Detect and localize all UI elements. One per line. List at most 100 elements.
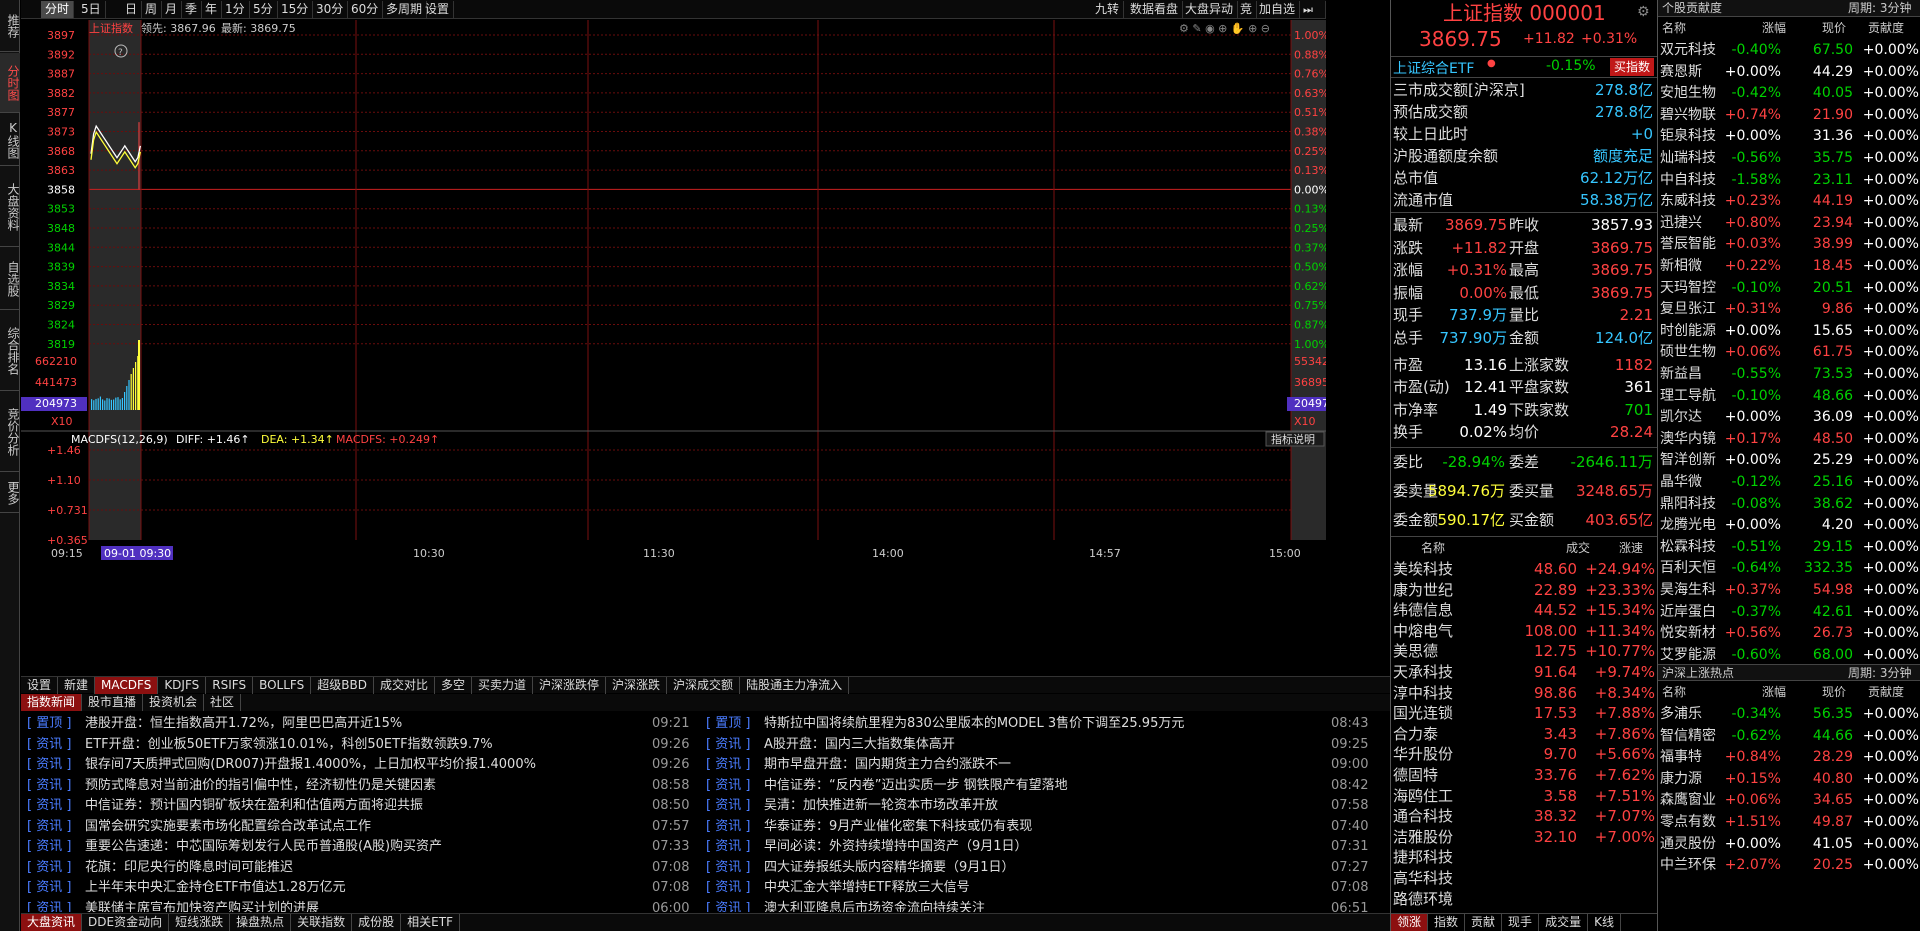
bottom-tab-dde[interactable]: DDE资金动向 bbox=[82, 914, 169, 931]
contribution-row[interactable]: 龙腾光电 +0.00% 4.20 +0.00% bbox=[1658, 515, 1920, 535]
indicator-rsifs-tab[interactable]: RSIFS bbox=[206, 677, 253, 694]
news-item[interactable]: [ 资讯 ] 中信证券：预计国内铜矿板块在盈利和估值两方面将迎共振 08:50 bbox=[27, 796, 677, 816]
sidebar-item-market-info[interactable]: 大盘资料 bbox=[0, 167, 20, 247]
riser-row[interactable]: 国光连锁 17.53 +7.88% bbox=[1391, 703, 1657, 723]
news-item[interactable]: [ 资讯 ] 吴清：加快推进新一轮资本市场改革开放 07:58 bbox=[706, 796, 1356, 816]
news-item[interactable]: [ 资讯 ] 华泰证券：9月产业催化密集下科技或仍有表现 07:40 bbox=[706, 817, 1356, 837]
bottom-tab-etf[interactable]: 相关ETF bbox=[401, 914, 460, 931]
riser-row[interactable]: 高华科技 bbox=[1391, 868, 1657, 888]
contribution-row[interactable]: 森鹰窗业 +0.06% 34.65 +0.00% bbox=[1658, 790, 1920, 810]
news-tab-opportunity[interactable]: 投资机会 bbox=[143, 694, 204, 711]
indicator-bollfs-tab[interactable]: BOLLFS bbox=[253, 677, 311, 694]
tab-timeshare[interactable]: 分时 bbox=[41, 1, 74, 18]
tab-month[interactable]: 月 bbox=[161, 1, 182, 18]
add-watchlist-button[interactable]: 加自选 bbox=[1255, 1, 1300, 18]
riser-row[interactable]: 海鸥住工 3.58 +7.51% bbox=[1391, 786, 1657, 806]
indicator-bbd-tab[interactable]: 超级BBD bbox=[311, 677, 374, 694]
contribution-row[interactable]: 凯尔达 +0.00% 36.09 +0.00% bbox=[1658, 407, 1920, 427]
contribution-row[interactable]: 中自科技 -1.58% 23.11 +0.00% bbox=[1658, 170, 1920, 190]
sidebar-item-ranking[interactable]: 综合排名 bbox=[0, 311, 20, 391]
nine-turn-button[interactable]: 九转 bbox=[1091, 1, 1124, 18]
indicator-macdfs-tab[interactable]: MACDFS bbox=[95, 677, 158, 694]
contribution-row[interactable]: 松霖科技 -0.51% 29.15 +0.00% bbox=[1658, 537, 1920, 557]
contribution-row[interactable]: 迅捷兴 +0.80% 23.94 +0.00% bbox=[1658, 213, 1920, 233]
indicator-kdjfs-tab[interactable]: KDJFS bbox=[158, 677, 206, 694]
contribution-row[interactable]: 誉辰智能 +0.03% 38.99 +0.00% bbox=[1658, 234, 1920, 254]
period-select-2[interactable]: 周期: 3分钟 bbox=[1848, 665, 1912, 682]
contribution-row[interactable]: 中兰环保 +2.07% 20.25 +0.00% bbox=[1658, 855, 1920, 875]
toolbar-arrows-icon[interactable]: ⏭ ⏮ ▾ bbox=[1299, 1, 1326, 18]
tab-week[interactable]: 周 bbox=[141, 1, 162, 18]
bottom-tab-shortterm[interactable]: 短线涨跌 bbox=[169, 914, 230, 931]
contribution-row[interactable]: 新相微 +0.22% 18.45 +0.00% bbox=[1658, 256, 1920, 276]
contribution-row[interactable]: 澳华内镜 +0.17% 48.50 +0.00% bbox=[1658, 429, 1920, 449]
tab-5day[interactable]: 5日 bbox=[77, 1, 106, 18]
contribution-row[interactable]: 鼎阳科技 -0.08% 38.62 +0.00% bbox=[1658, 494, 1920, 514]
indicator-volume-compare-tab[interactable]: 成交对比 bbox=[374, 677, 435, 694]
contribution-row[interactable]: 双元科技 -0.40% 67.50 +0.00% bbox=[1658, 40, 1920, 60]
riser-row[interactable]: 路德环境 bbox=[1391, 889, 1657, 909]
riser-row[interactable]: 捷邦科技 bbox=[1391, 847, 1657, 867]
riser-row[interactable]: 康为世纪 22.89 +23.33% bbox=[1391, 580, 1657, 600]
side-tab-leaders[interactable]: 领涨 bbox=[1391, 914, 1428, 931]
settings-gear-icon[interactable]: ⚙ bbox=[1637, 4, 1650, 20]
contribution-row[interactable]: 东威科技 +0.23% 44.19 +0.00% bbox=[1658, 191, 1920, 211]
bottom-tab-constituents[interactable]: 成份股 bbox=[352, 914, 401, 931]
sidebar-item-timeshare[interactable]: 分时图 bbox=[0, 53, 20, 113]
riser-row[interactable]: 华升股份 9.70 +5.66% bbox=[1391, 744, 1657, 764]
contribution-row[interactable]: 理工导航 -0.10% 48.66 +0.00% bbox=[1658, 386, 1920, 406]
contribution-row[interactable]: 复旦张江 +0.31% 9.86 +0.00% bbox=[1658, 299, 1920, 319]
news-item[interactable]: [ 资讯 ] 国常会研究实施要素市场化配置综合改革试点工作 07:57 bbox=[27, 817, 677, 837]
riser-row[interactable]: 美思德 12.75 +10.77% bbox=[1391, 641, 1657, 661]
etf-name[interactable]: 上证综合ETF bbox=[1393, 58, 1474, 78]
indicator-longshort-tab[interactable]: 多空 bbox=[435, 677, 472, 694]
news-item[interactable]: [ 资讯 ] 中信证券：“反内卷”迈出实质一步 钢铁限产有望落地 08:42 bbox=[706, 776, 1356, 796]
contribution-row[interactable]: 时创能源 +0.00% 15.65 +0.00% bbox=[1658, 321, 1920, 341]
indicator-buysell-tab[interactable]: 买卖力道 bbox=[472, 677, 533, 694]
bottom-tab-related-index[interactable]: 关联指数 bbox=[291, 914, 352, 931]
contribution-row[interactable]: 天玛智控 -0.10% 20.51 +0.00% bbox=[1658, 278, 1920, 298]
tab-day[interactable]: 日 bbox=[121, 1, 142, 18]
contribution-row[interactable]: 智洋创新 +0.00% 25.29 +0.00% bbox=[1658, 450, 1920, 470]
news-item[interactable]: [ 资讯 ] 中央汇金大举增持ETF释放三大信号 07:08 bbox=[706, 878, 1356, 898]
tab-30min[interactable]: 30分 bbox=[312, 1, 348, 18]
news-item[interactable]: [ 资讯 ] 花旗：印尼央行的降息时间可能推迟 07:08 bbox=[27, 858, 677, 878]
indicator-new-tab[interactable]: 新建 bbox=[58, 677, 95, 694]
contribution-row[interactable]: 智信精密 -0.62% 44.66 +0.00% bbox=[1658, 726, 1920, 746]
contribution-row[interactable]: 灿瑞科技 -0.56% 35.75 +0.00% bbox=[1658, 148, 1920, 168]
contribution-row[interactable]: 通灵股份 +0.00% 41.05 +0.00% bbox=[1658, 834, 1920, 854]
riser-row[interactable]: 德固特 33.76 +7.62% bbox=[1391, 765, 1657, 785]
tab-year[interactable]: 年 bbox=[201, 1, 222, 18]
buy-index-button[interactable]: 买指数 bbox=[1610, 58, 1654, 76]
indicator-settings-tab[interactable]: 设置 bbox=[21, 677, 58, 694]
side-tab-volume[interactable]: 成交量 bbox=[1539, 914, 1588, 931]
bottom-tab-news[interactable]: 大盘资讯 bbox=[21, 914, 82, 931]
indicator-turnover-tab[interactable]: 沪深成交额 bbox=[667, 677, 740, 694]
indicator-limit-tab[interactable]: 沪深涨跌停 bbox=[533, 677, 606, 694]
riser-row[interactable]: 淳中科技 98.86 +8.34% bbox=[1391, 683, 1657, 703]
news-item[interactable]: [ 资讯 ] 银存间7天质押式回购(DR007)开盘报1.4000%，上日加权平均… bbox=[27, 755, 677, 775]
news-item[interactable]: [ 资讯 ] A股开盘：国内三大指数集体高开 09:25 bbox=[706, 735, 1356, 755]
riser-row[interactable]: 中熔电气 108.00 +11.34% bbox=[1391, 621, 1657, 641]
side-tab-contribution[interactable]: 贡献 bbox=[1465, 914, 1502, 931]
contribution-row[interactable]: 悦安新材 +0.56% 26.73 +0.00% bbox=[1658, 623, 1920, 643]
news-item[interactable]: [ 资讯 ] 预防式降息对当前油价的指引偏中性，经济韧性仍是关键因素 08:58 bbox=[27, 776, 677, 796]
news-item[interactable]: [ 资讯 ] 澳大利亚降息后市场资金流向持续关注 06:51 bbox=[706, 899, 1356, 913]
tab-quarter[interactable]: 季 bbox=[181, 1, 202, 18]
news-tab-live[interactable]: 股市直播 bbox=[82, 694, 143, 711]
riser-row[interactable]: 纬德信息 44.52 +15.34% bbox=[1391, 600, 1657, 620]
indicator-updown-tab[interactable]: 沪深涨跌 bbox=[606, 677, 667, 694]
timeshare-chart[interactable]: 3897 3892 3887 3882 3877 3873 3868 3863 3858 3853… bbox=[21, 20, 1326, 676]
sidebar-item-more[interactable]: 更多 bbox=[0, 473, 20, 513]
news-tab-index[interactable]: 指数新闻 bbox=[21, 694, 82, 711]
news-item[interactable]: [ 资讯 ] 上半年末中央汇金持仓ETF市值达1.28万亿元 07:08 bbox=[27, 878, 677, 898]
bottom-tab-hotspot[interactable]: 操盘热点 bbox=[230, 914, 291, 931]
sidebar-item-auction[interactable]: 竞价分析 bbox=[0, 392, 20, 472]
news-item[interactable]: [ 资讯 ] 早间必读：外资持续增持中国资产（9月1日） 07:31 bbox=[706, 837, 1356, 857]
indicator-northbound-tab[interactable]: 陆股通主力净流入 bbox=[740, 677, 849, 694]
side-tab-index[interactable]: 指数 bbox=[1428, 914, 1465, 931]
market-alert-button[interactable]: 大盘异动 bbox=[1181, 1, 1238, 18]
contribution-row[interactable]: 晶华微 -0.12% 25.16 +0.00% bbox=[1658, 472, 1920, 492]
contribution-row[interactable]: 安旭生物 -0.42% 40.05 +0.00% bbox=[1658, 83, 1920, 103]
side-tab-kline[interactable]: K线 bbox=[1588, 914, 1621, 931]
